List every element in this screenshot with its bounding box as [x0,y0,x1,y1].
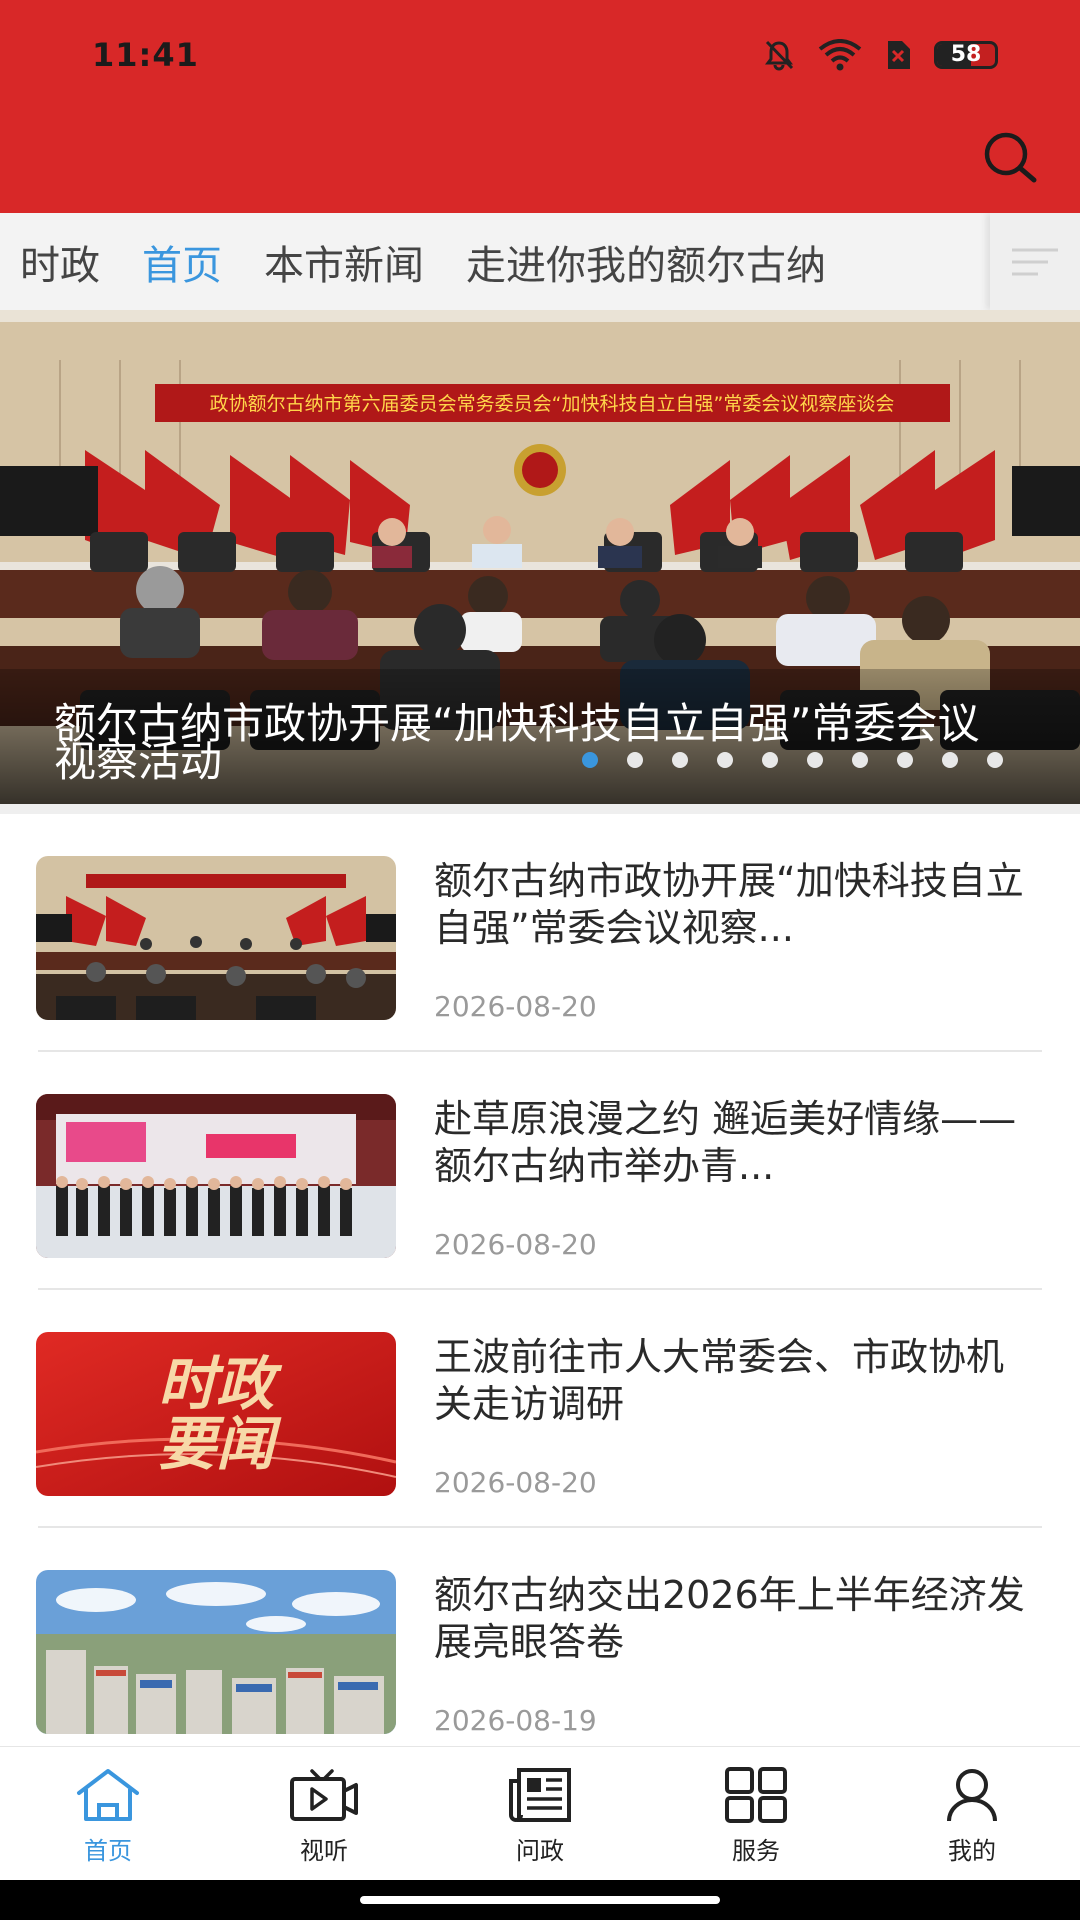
nav-profile[interactable]: 我的 [864,1747,1080,1881]
status-time: 11:41 [92,36,199,74]
news-title: 赴草原浪漫之约 邂逅美好情缘——额尔古纳市举办青... [434,1097,1017,1188]
home-icon [77,1769,139,1821]
nav-services-label: 服务 [732,1837,780,1865]
search-button[interactable] [980,128,1040,188]
bottom-navigation: 首页 视听 问政 服务 我的 [0,1746,1080,1881]
carousel-dot[interactable] [627,752,643,768]
carousel-dot[interactable] [582,752,598,768]
news-thumbnail: 时政 要闻 [36,1332,396,1496]
carousel-dot[interactable] [852,752,868,768]
channel-tabs: 时政 首页 本市新闻 走进你我的额尔古纳 [0,213,1080,310]
user-icon [947,1769,997,1822]
tab-ergun[interactable]: 走进你我的额尔古纳 [466,233,826,291]
nav-profile-label: 我的 [948,1837,996,1865]
menu-lines-icon [1012,248,1058,275]
newspaper-icon [509,1768,571,1822]
nav-wenzheng-label: 问政 [516,1837,564,1865]
news-date: 2026-08-19 [434,1704,597,1737]
carousel-dot[interactable] [717,752,733,768]
mute-icon [762,38,796,72]
nav-home[interactable]: 首页 [0,1747,216,1881]
banner-photo-caption: 政协额尔古纳市第六届委员会常务委员会“加快科技自立自强”常委会议视察座谈会 [210,393,895,415]
tab-home[interactable]: 首页 [142,233,222,291]
nav-home-label: 首页 [84,1837,132,1865]
nav-video-label: 视听 [300,1837,348,1865]
carousel-dot[interactable] [942,752,958,768]
carousel-dot[interactable] [897,752,913,768]
news-date: 2026-08-20 [434,990,597,1023]
carousel-dot[interactable] [807,752,823,768]
grid-icon [725,1767,787,1823]
news-item[interactable]: 额尔古纳交出2026年上半年经济发展亮眼答卷 2026-08-19 [0,1528,1080,1766]
nav-services[interactable]: 服务 [648,1747,864,1881]
banner-headline: 额尔古纳市政协开展“加快科技自立自强”常委会议视察活动 [54,699,980,786]
carousel-dot[interactable] [762,752,778,768]
thumb-text-yaowen: 要闻 [158,1410,282,1478]
channel-menu-button[interactable] [990,213,1080,310]
tab-shizheng[interactable]: 时政 [20,233,100,291]
tab-local-news[interactable]: 本市新闻 [264,233,424,291]
carousel-indicator [582,752,1003,768]
news-title: 王波前往市人大常委会、市政协机关走访调研 [434,1335,1005,1426]
news-date: 2026-08-20 [434,1466,597,1499]
news-date: 2026-08-20 [434,1228,597,1261]
news-item[interactable]: 额尔古纳市政协开展“加快科技自立自强”常委会议视察... 2026-08-20 [0,814,1080,1052]
channel-tabs-track: 时政 首页 本市新闻 走进你我的额尔古纳 [20,213,868,310]
news-thumbnail [36,856,396,1020]
search-icon [984,132,1037,183]
battery-level: 58 [950,42,982,67]
news-thumbnail [36,1094,396,1258]
thumb-text-shizheng: 时政 [158,1350,283,1418]
carousel-dot[interactable] [987,752,1003,768]
tabs-fade [930,213,990,310]
news-title: 额尔古纳市政协开展“加快科技自立自强”常委会议视察... [434,859,1024,950]
app-header: 11:41 58 [0,0,1080,213]
battery-icon: 58 [934,41,998,69]
video-icon [290,1769,358,1821]
sim-error-icon [884,39,912,71]
news-item[interactable]: 赴草原浪漫之约 邂逅美好情缘——额尔古纳市举办青... 2026-08-20 [0,1052,1080,1290]
news-title: 额尔古纳交出2026年上半年经济发展亮眼答卷 [434,1573,1025,1664]
home-indicator[interactable] [360,1896,720,1904]
news-item[interactable]: 时政 要闻 王波前往市人大常委会、市政协机关走访调研 2026-08-20 [0,1290,1080,1528]
news-thumbnail [36,1570,396,1734]
section-divider [0,804,1080,814]
wifi-icon [818,39,862,71]
carousel-dot[interactable] [672,752,688,768]
nav-video[interactable]: 视听 [216,1747,432,1881]
status-icons: 58 [762,38,998,72]
banner-carousel[interactable]: 政协额尔古纳市第六届委员会常务委员会“加快科技自立自强”常委会议视察座谈会 额尔… [0,310,1080,804]
nav-wenzheng[interactable]: 问政 [432,1747,648,1881]
